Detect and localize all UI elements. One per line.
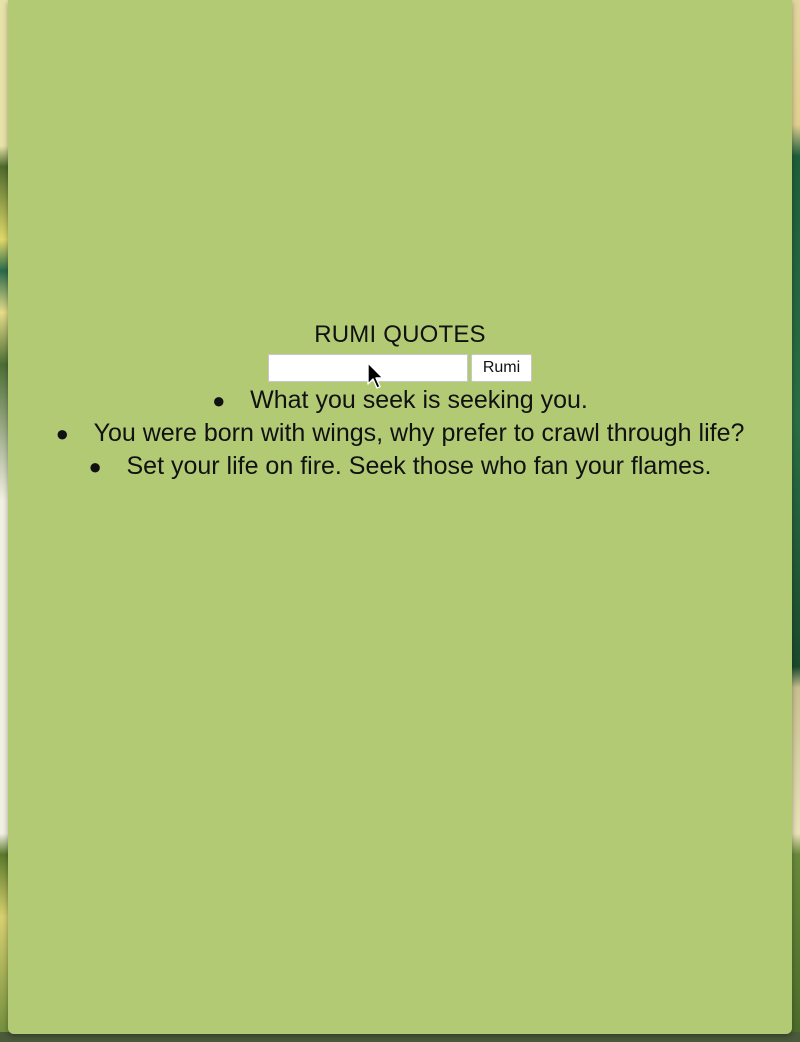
bullet-icon: ● xyxy=(88,454,102,479)
mouse-pointer-icon xyxy=(367,362,384,389)
rumi-button[interactable]: Rumi xyxy=(470,354,533,382)
list-item: ● What you seek is seeking you. xyxy=(8,384,792,417)
quote-text: You were born with wings, why prefer to … xyxy=(93,419,745,447)
quote-form: Rumi xyxy=(8,352,792,384)
bullet-icon: ● xyxy=(212,388,226,413)
list-item: ● You were born with wings, why prefer to… xyxy=(8,417,792,450)
quote-text: Set your life on fire. Seek those who fa… xyxy=(126,452,712,480)
quote-text: What you seek is seeking you. xyxy=(250,386,588,414)
list-item: ● Set your life on fire. Seek those who f… xyxy=(8,450,792,483)
main-content: RUMI QUOTES Rumi ● What you seek is seeki… xyxy=(8,318,792,483)
quote-list: ● What you seek is seeking you. ● You were… xyxy=(8,384,792,483)
page-title: RUMI QUOTES xyxy=(314,321,486,348)
app-window: RUMI QUOTES Rumi ● What you seek is seeki… xyxy=(8,0,792,1034)
bullet-icon: ● xyxy=(55,421,69,446)
